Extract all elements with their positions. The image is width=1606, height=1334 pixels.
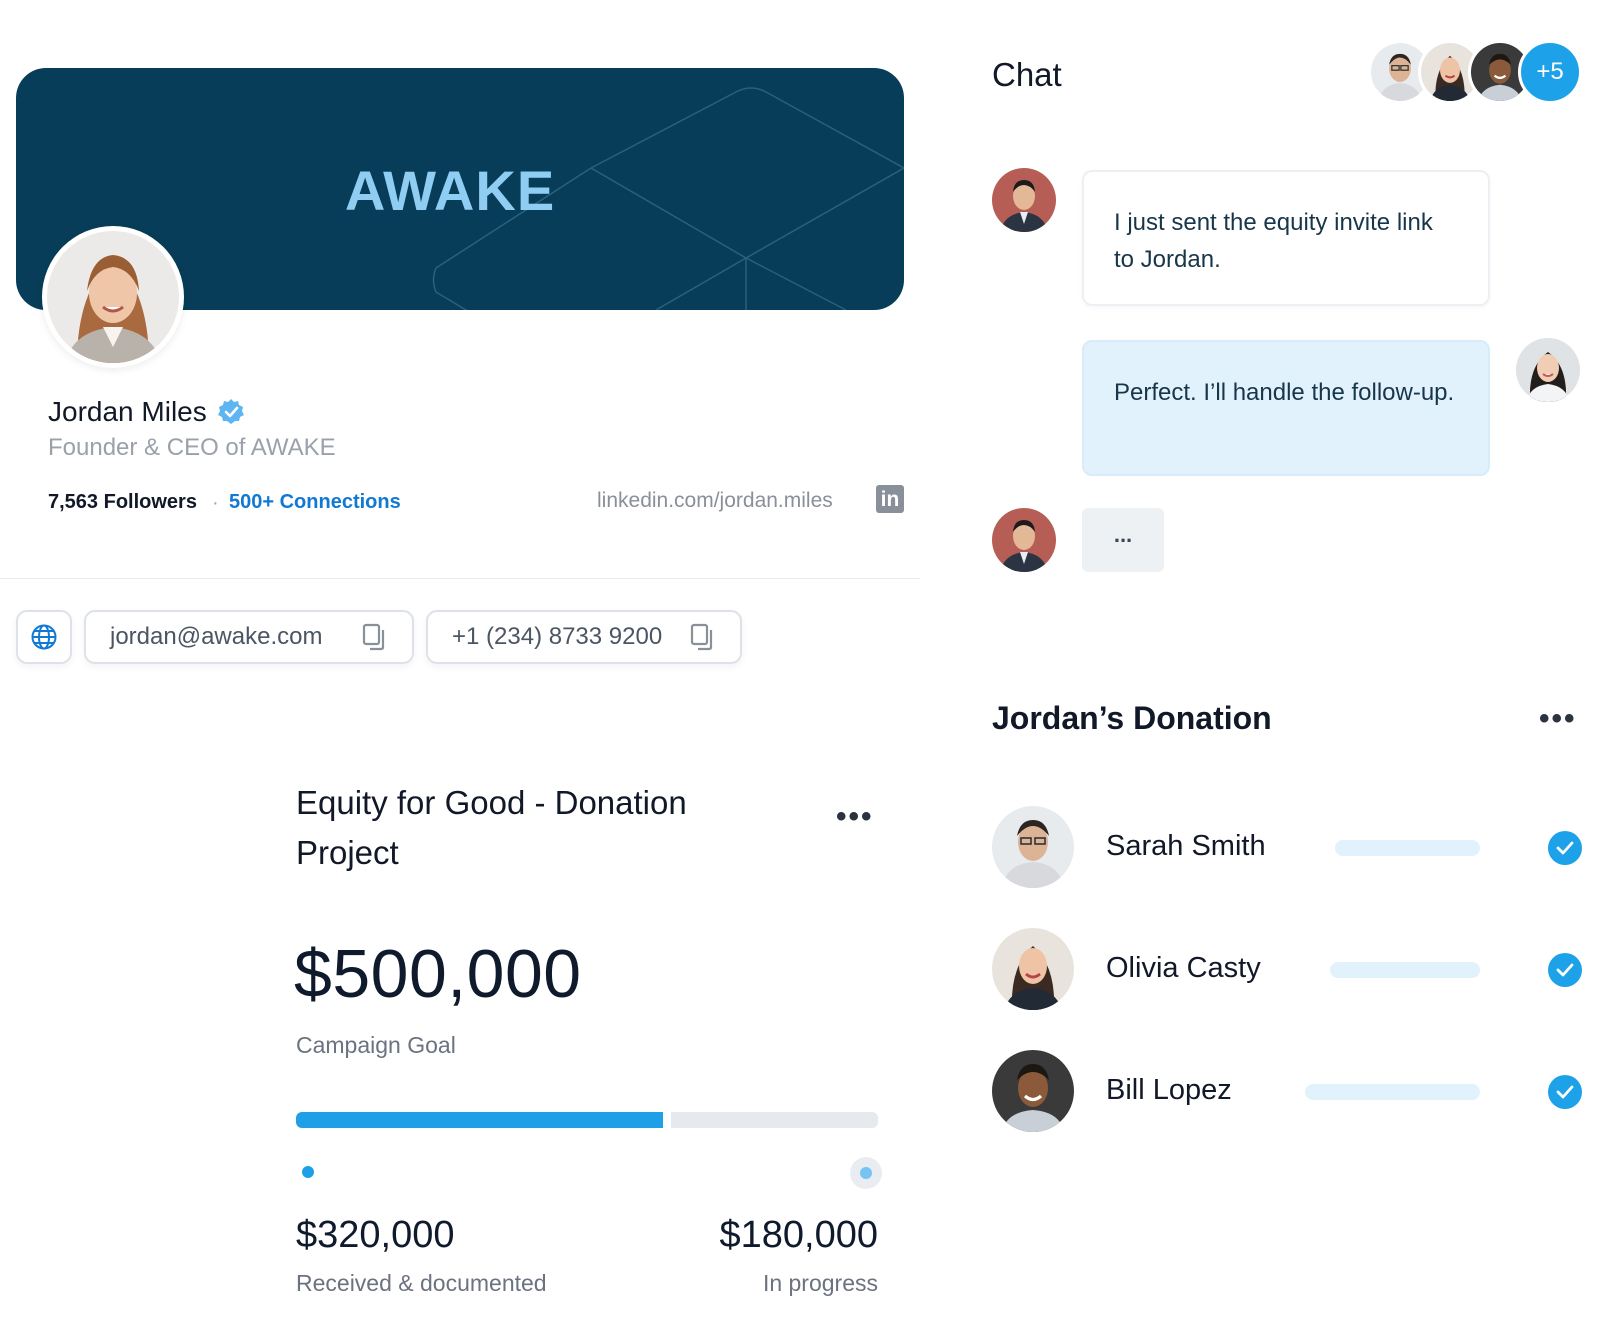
donor-name: Sarah Smith: [1106, 830, 1266, 862]
donor-avatar: [992, 806, 1074, 888]
sender-photo-image: [992, 168, 1056, 232]
campaign-goal-amount: $500,000: [294, 936, 582, 1012]
donor-row[interactable]: Bill Lopez: [992, 1050, 1582, 1132]
typing-photo-image: [992, 508, 1056, 572]
donor-photo-image: [992, 806, 1074, 888]
received-label: Received & documented: [296, 1270, 547, 1296]
linkedin-url[interactable]: linkedin.com/jordan.miles: [597, 489, 833, 513]
sender-avatar[interactable]: [992, 168, 1056, 232]
email-text: jordan@awake.com: [110, 623, 323, 650]
profile-divider: [0, 578, 920, 579]
followers-count[interactable]: 7,563 Followers: [48, 491, 197, 514]
typing-indicator: ...: [1082, 508, 1164, 572]
self-photo-image: [1516, 338, 1580, 402]
more-members-count[interactable]: +5: [1518, 40, 1582, 104]
linkedin-icon[interactable]: in: [876, 485, 904, 513]
copy-phone-icon[interactable]: [690, 623, 716, 651]
campaign-goal-label: Campaign Goal: [296, 1032, 456, 1058]
chat-message-outgoing: Perfect. I’ll handle the follow-up.: [1082, 340, 1490, 476]
donor-name: Olivia Casty: [1106, 952, 1261, 984]
connections-link[interactable]: 500+ Connections: [229, 491, 401, 514]
chat-message-incoming: I just sent the equity invite link to Jo…: [1082, 170, 1490, 306]
donor-avatar: [992, 1050, 1074, 1132]
check-icon: [1548, 953, 1582, 987]
in-progress-amount: $180,000: [719, 1214, 879, 1256]
campaign-more-menu-icon[interactable]: •••: [836, 800, 874, 834]
profile-avatar[interactable]: [42, 226, 184, 368]
progress-received-fill: [296, 1112, 663, 1128]
phone-text: +1 (234) 8733 9200: [452, 623, 663, 650]
donor-avatar: [992, 928, 1074, 1010]
check-icon: [1548, 831, 1582, 865]
self-avatar[interactable]: [1516, 338, 1580, 402]
website-button[interactable]: [16, 610, 72, 664]
phone-chip[interactable]: +1 (234) 8733 9200: [426, 610, 742, 664]
typing-avatar[interactable]: [992, 508, 1056, 572]
donor-row[interactable]: Olivia Casty: [992, 928, 1582, 1010]
donation-title: Jordan’s Donation: [992, 700, 1272, 736]
donor-name: Bill Lopez: [1106, 1074, 1232, 1106]
in-progress-label: In progress: [762, 1270, 878, 1296]
chat-title: Chat: [992, 56, 1062, 93]
chat-members[interactable]: +5: [1368, 40, 1582, 104]
campaign-title: Equity for Good - Donation Project: [296, 784, 687, 871]
check-icon: [1548, 1075, 1582, 1109]
donor-progress-bar: [1330, 962, 1480, 978]
campaign-progress-bar: [296, 1112, 878, 1128]
received-marker-dot: [302, 1166, 314, 1178]
donor-photo-image: [992, 928, 1074, 1010]
email-chip[interactable]: jordan@awake.com: [84, 610, 414, 664]
donor-progress-bar: [1335, 840, 1480, 856]
donation-more-menu-icon[interactable]: •••: [1539, 702, 1577, 736]
verified-badge-icon: [217, 399, 244, 424]
banner-logo: AWAKE: [344, 159, 556, 222]
profile-name: Jordan Miles: [48, 396, 207, 427]
copy-email-icon[interactable]: [362, 623, 388, 651]
profile-title: Founder & CEO of AWAKE: [48, 434, 336, 461]
donor-row[interactable]: Sarah Smith: [992, 806, 1582, 888]
stats-separator: ·: [212, 492, 219, 514]
profile-name-row: Jordan Miles: [48, 396, 245, 428]
received-amount: $320,000: [296, 1214, 455, 1256]
donor-progress-bar: [1305, 1084, 1480, 1100]
donor-photo-image: [992, 1050, 1074, 1132]
in-progress-marker-dot: [860, 1167, 872, 1179]
profile-photo-image: [47, 231, 179, 363]
progress-remaining: [671, 1112, 878, 1128]
globe-icon: [31, 624, 57, 650]
